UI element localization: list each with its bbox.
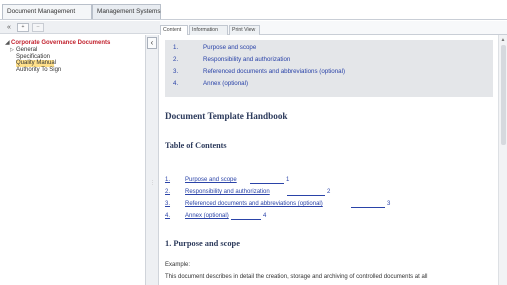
collapse-pane-button[interactable]: ‹ [147, 37, 157, 49]
toc-text: Annex (optional) [203, 80, 249, 87]
toc-entry[interactable]: 3. Referenced documents and abbreviation… [165, 200, 405, 209]
toc-number: 1. [173, 44, 179, 51]
tab-management-systems[interactable]: Management Systems [92, 4, 161, 19]
splitter-grip-icon[interactable]: ⋮ [150, 180, 155, 186]
scroll-up-icon[interactable]: ▲ [500, 37, 506, 43]
dot-leader [231, 219, 261, 220]
tree-item-corporate-governance-documents[interactable]: ◢Corporate Governance Documents [5, 40, 110, 47]
tab-document-management[interactable]: Document Management [2, 4, 92, 19]
body-paragraph: This document describes in detail the cr… [165, 274, 428, 280]
dot-leader [351, 207, 385, 208]
toc-text: Referenced documents and abbreviations (… [185, 201, 323, 207]
pane-splitter[interactable]: ‹ ⋮ [145, 35, 159, 285]
toc-page-number: 3 [387, 201, 391, 207]
tree-item-general[interactable]: ▷ General [10, 47, 37, 54]
toc-text: Annex (optional) [185, 213, 229, 219]
tree-toolbar: « + – [0, 21, 160, 34]
toc-entry[interactable]: 4. Annex (optional) 4 [165, 212, 295, 221]
toc-text: Responsibility and authorization [203, 56, 291, 63]
document-content: 1. Purpose and scope 2. Responsibility a… [160, 35, 498, 285]
toc-number: 2. [165, 189, 171, 195]
document-tree: ◢Corporate Governance Documents ▷ General… [0, 35, 160, 285]
document-title: Document Template Handbook [165, 111, 288, 121]
toc-entry[interactable]: 2. Responsibility and authorization 2 [165, 188, 365, 197]
toc-number: 3. [173, 68, 179, 75]
toc-number: 1. [165, 177, 171, 183]
toc-page-number: 2 [327, 189, 331, 195]
example-label: Example: [165, 262, 191, 268]
toc-summary-box: 1. Purpose and scope 2. Responsibility a… [165, 40, 493, 97]
add-button[interactable]: + [17, 23, 29, 32]
dot-leader [287, 195, 325, 196]
tree-item-authority-to-sign[interactable]: Authority To Sign [16, 67, 61, 74]
section-heading: 1. Purpose and scope [165, 239, 240, 248]
vertical-scrollbar[interactable]: ▲ [498, 35, 507, 285]
toc-text: Purpose and scope [203, 44, 257, 51]
toc-page-number: 1 [286, 177, 290, 183]
toc-text: Purpose and scope [185, 177, 237, 183]
toc-heading: Table of Contents [165, 141, 227, 150]
toc-number: 2. [173, 56, 179, 63]
toc-number: 4. [173, 80, 179, 87]
toc-text: Referenced documents and abbreviations (… [203, 68, 346, 75]
collapse-all-button[interactable]: « [4, 23, 14, 32]
toc-text: Responsibility and authorization [185, 189, 270, 195]
toc-number: 3. [165, 201, 171, 207]
toc-page-number: 4 [263, 213, 267, 219]
remove-button[interactable]: – [32, 23, 44, 32]
scrollbar-thumb[interactable] [501, 45, 506, 145]
toc-entry[interactable]: 1. Purpose and scope 1 [165, 176, 325, 185]
toc-number: 4. [165, 213, 171, 219]
dot-leader [250, 183, 284, 184]
content-tab-strip: Content Information Print View [160, 21, 507, 36]
tree-item-label: General [16, 47, 38, 53]
module-tab-strip: Document Management Management Systems [0, 0, 507, 20]
tree-item-label: Corporate Governance Documents [11, 40, 111, 46]
tree-item-quality-manual[interactable]: Quality Manual [16, 60, 56, 67]
